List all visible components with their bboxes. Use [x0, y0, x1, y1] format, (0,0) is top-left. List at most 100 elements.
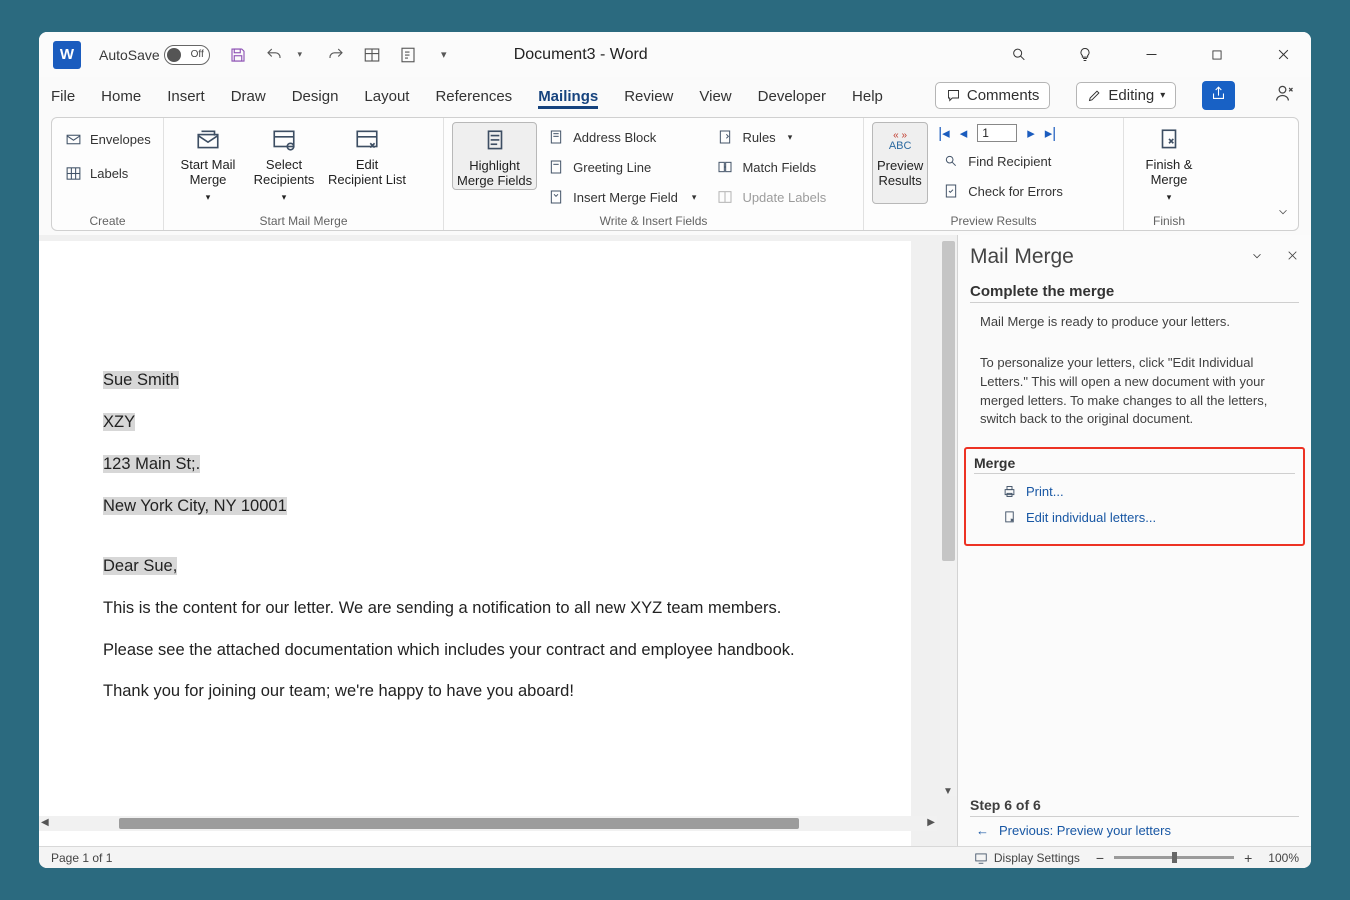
highlight-merge-fields-button[interactable]: Highlight Merge Fields: [452, 122, 537, 190]
finish-merge-button[interactable]: Finish & Merge ▾: [1132, 122, 1206, 203]
previous-step-link[interactable]: ← Previous: Preview your letters: [976, 823, 1299, 838]
tab-help[interactable]: Help: [852, 82, 883, 109]
update-labels-label: Update Labels: [742, 190, 826, 205]
account-icon[interactable]: [1275, 83, 1295, 107]
body-paragraph-1: This is the content for our letter. We a…: [103, 597, 853, 621]
zoom-slider[interactable]: [1114, 856, 1234, 859]
tab-design[interactable]: Design: [292, 82, 339, 109]
tab-insert[interactable]: Insert: [167, 82, 205, 109]
edit-recipient-list-button[interactable]: Edit Recipient List: [324, 122, 410, 203]
close-icon[interactable]: [1275, 47, 1291, 63]
merge-options-box: Merge Print... Edit individual letters..…: [964, 447, 1305, 546]
editing-label: Editing: [1108, 87, 1154, 104]
group-label-create: Create: [52, 214, 163, 228]
pane-close-icon[interactable]: [1286, 249, 1299, 265]
scroll-right-icon[interactable]: ▶: [927, 817, 935, 828]
word-logo-icon: W: [53, 41, 81, 69]
page-indicator[interactable]: Page 1 of 1: [51, 851, 112, 865]
autosave-state: Off: [191, 49, 204, 60]
envelopes-button[interactable]: Envelopes: [60, 126, 155, 152]
finish-merge-icon: [1151, 126, 1187, 154]
zoom-in-button[interactable]: +: [1242, 850, 1254, 866]
tab-view[interactable]: View: [699, 82, 731, 109]
previous-record-icon[interactable]: ◂: [960, 124, 968, 142]
labels-button[interactable]: Labels: [60, 160, 155, 186]
group-label-preview: Preview Results: [864, 214, 1123, 228]
tab-draw[interactable]: Draw: [231, 82, 266, 109]
find-recipient-button[interactable]: Find Recipient: [938, 148, 1067, 174]
tab-references[interactable]: References: [435, 82, 512, 109]
editing-mode-button[interactable]: Editing ▾: [1076, 82, 1176, 109]
group-label-start: Start Mail Merge: [164, 214, 443, 228]
print-link[interactable]: Print...: [1000, 482, 1295, 500]
body-paragraph-3: Thank you for joining our team; we're ha…: [103, 680, 853, 704]
status-bar: Page 1 of 1 Display Settings − + 100%: [39, 846, 1311, 868]
select-recipients-label: Select Recipients: [254, 158, 315, 188]
zoom-slider-thumb[interactable]: [1172, 852, 1177, 863]
check-errors-icon: [942, 182, 960, 200]
pane-collapse-icon[interactable]: [1250, 249, 1264, 266]
tab-layout[interactable]: Layout: [364, 82, 409, 109]
preview-results-button[interactable]: « »ABC Preview Results: [872, 122, 928, 204]
lightbulb-icon[interactable]: [1077, 47, 1093, 63]
zoom-out-button[interactable]: −: [1094, 850, 1106, 866]
merge-heading: Merge: [974, 455, 1295, 474]
horizontal-scroll-thumb[interactable]: [119, 818, 799, 829]
match-fields-button[interactable]: Match Fields: [712, 154, 830, 180]
scroll-down-icon[interactable]: ▼: [943, 786, 953, 797]
first-record-icon[interactable]: |◂: [938, 124, 949, 142]
undo-icon[interactable]: [264, 45, 284, 65]
next-record-icon[interactable]: ▸: [1027, 124, 1035, 142]
autosave-toggle[interactable]: Off: [164, 45, 210, 65]
share-button[interactable]: [1202, 81, 1235, 110]
greeting-line-button[interactable]: Greeting Line: [543, 154, 700, 180]
merge-field-greeting: Dear Sue,: [103, 557, 177, 575]
document-page[interactable]: Sue Smith XZY 123 Main St;. New York Cit…: [39, 241, 911, 846]
last-record-icon[interactable]: ▸|: [1045, 124, 1056, 142]
paragraph-marks-icon[interactable]: [398, 45, 418, 65]
qat-dropdown-icon[interactable]: ▾: [434, 45, 454, 65]
tab-file[interactable]: File: [51, 82, 75, 109]
undo-dropdown-icon[interactable]: ▾: [290, 45, 310, 65]
tab-developer[interactable]: Developer: [758, 82, 826, 109]
comments-button[interactable]: Comments: [935, 82, 1051, 109]
title-bar-right: [1011, 47, 1291, 63]
vertical-scrollbar[interactable]: ▲ ▼: [940, 241, 957, 796]
start-mail-merge-icon: [190, 126, 226, 154]
start-mail-merge-label: Start Mail Merge: [181, 158, 236, 188]
zoom-value[interactable]: 100%: [1268, 851, 1299, 865]
search-icon[interactable]: [1011, 47, 1027, 63]
redo-icon[interactable]: [326, 45, 346, 65]
ribbon-collapse-icon[interactable]: [1276, 205, 1290, 222]
edit-letters-icon: [1000, 508, 1018, 526]
group-start-mail-merge: Start Mail Merge ▾ Select Recipients ▾ E…: [164, 118, 444, 230]
scroll-left-icon[interactable]: ◀: [41, 817, 49, 828]
maximize-icon[interactable]: [1209, 47, 1225, 63]
check-errors-button[interactable]: Check for Errors: [938, 178, 1067, 204]
minimize-icon[interactable]: [1143, 47, 1159, 63]
address-block-button[interactable]: Address Block: [543, 124, 700, 150]
ribbon-tabs: File Home Insert Draw Design Layout Refe…: [39, 77, 1311, 113]
tab-home[interactable]: Home: [101, 82, 141, 109]
insert-merge-field-button[interactable]: Insert Merge Field ▾: [543, 184, 700, 210]
record-number-field[interactable]: 1: [977, 124, 1017, 142]
edit-letters-link[interactable]: Edit individual letters...: [1000, 508, 1295, 526]
tab-mailings[interactable]: Mailings: [538, 82, 598, 109]
display-settings-icon[interactable]: [972, 849, 990, 867]
merge-field-name: Sue Smith: [103, 371, 179, 389]
vertical-scroll-thumb[interactable]: [942, 241, 955, 561]
table-icon[interactable]: [362, 45, 382, 65]
pane-paragraph-1: Mail Merge is ready to produce your lett…: [980, 313, 1289, 332]
merge-field-address1: 123 Main St;.: [103, 455, 200, 473]
start-mail-merge-button[interactable]: Start Mail Merge ▾: [172, 122, 244, 203]
display-settings-label[interactable]: Display Settings: [994, 851, 1080, 865]
address-block-label: Address Block: [573, 130, 656, 145]
horizontal-scrollbar[interactable]: ◀ ▶: [39, 816, 937, 831]
rules-label: Rules: [742, 130, 775, 145]
select-recipients-button[interactable]: Select Recipients ▾: [248, 122, 320, 203]
tab-review[interactable]: Review: [624, 82, 673, 109]
group-write-insert: Highlight Merge Fields Address Block Gre…: [444, 118, 864, 230]
rules-button[interactable]: Rules ▾: [712, 124, 830, 150]
save-icon[interactable]: [228, 45, 248, 65]
document-title: Document3 - Word: [514, 46, 648, 64]
